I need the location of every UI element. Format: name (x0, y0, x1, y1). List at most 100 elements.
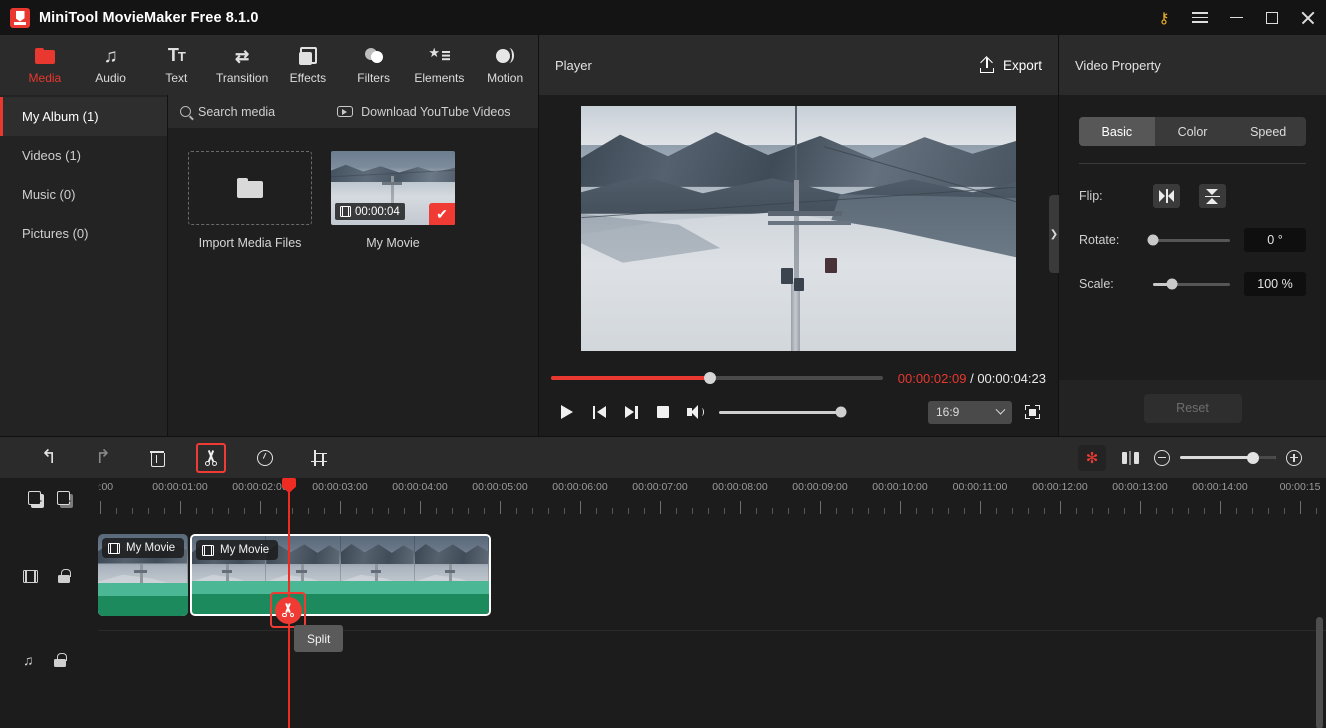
download-youtube-label: Download YouTube Videos (361, 104, 511, 119)
split-clip-button[interactable] (270, 592, 306, 628)
rotate-slider[interactable] (1147, 234, 1230, 246)
tab-media[interactable]: Media (12, 35, 78, 95)
ruler-tick-minor (724, 508, 725, 514)
scale-knob[interactable] (1166, 278, 1178, 290)
download-youtube-button[interactable]: Download YouTube Videos (337, 104, 511, 119)
ruler-tick-minor (388, 508, 389, 514)
ruler-tick-minor (516, 508, 517, 514)
rotate-knob[interactable] (1147, 234, 1159, 246)
sidebar-item-music-label: Music (0) (22, 187, 76, 202)
tab-audio[interactable]: ♫ Audio (78, 35, 144, 95)
sidebar-item-pictures[interactable]: Pictures (0) (0, 214, 167, 253)
fullscreen-icon (1024, 405, 1040, 419)
crop-button[interactable] (304, 443, 334, 473)
ruler-tick-minor (468, 508, 469, 514)
search-input[interactable]: Search media (180, 105, 275, 119)
undo-button[interactable]: ↰ (34, 443, 64, 473)
media-duration: 00:00:04 (355, 205, 400, 218)
scale-value[interactable]: 100 % (1244, 272, 1306, 296)
ruler-tick-minor (292, 508, 293, 514)
film-strip-icon (340, 206, 351, 217)
ruler-label: 00:00:07:00 (632, 481, 688, 493)
ruler-tick-minor (1108, 508, 1109, 514)
volume-slider[interactable] (719, 406, 847, 418)
effect-burst-button[interactable]: ✻ (1078, 444, 1106, 471)
delete-button[interactable] (142, 443, 172, 473)
timeline-clip[interactable]: My Movie (190, 534, 491, 616)
tab-filters[interactable]: Filters (341, 35, 407, 95)
title-bar: MiniTool MovieMaker Free 8.1.0 ⚷ (0, 0, 1326, 35)
reset-button[interactable]: Reset (1143, 393, 1242, 423)
zoom-out-icon[interactable] (1154, 449, 1170, 466)
tab-color[interactable]: Color (1155, 117, 1231, 146)
timeline-zoom-slider[interactable] (1180, 451, 1276, 464)
unlock-icon[interactable] (58, 569, 71, 583)
play-icon (561, 405, 573, 419)
property-header: Video Property (1059, 35, 1326, 95)
unlock-icon[interactable] (53, 653, 67, 667)
minimize-icon[interactable] (1218, 0, 1254, 35)
timeline-scrollbar[interactable] (1316, 617, 1323, 728)
crop-icon (311, 449, 327, 466)
hamburger-menu-icon[interactable] (1182, 0, 1218, 35)
player-header: Player Export (539, 35, 1058, 95)
volume-knob[interactable] (835, 406, 847, 418)
aspect-ratio-select[interactable]: 16:9 (928, 400, 1012, 424)
tab-text[interactable]: TT Text (144, 35, 210, 95)
player-stage (539, 95, 1058, 362)
ruler-tick-minor (708, 508, 709, 514)
ruler-tick-minor (1284, 508, 1285, 514)
media-thumbnail[interactable]: 00:00:04 ✔ (331, 151, 455, 225)
play-button[interactable] (551, 397, 583, 427)
zoom-knob[interactable] (1246, 451, 1259, 464)
previous-frame-button[interactable] (583, 397, 615, 427)
sidebar-item-music[interactable]: Music (0) (0, 175, 167, 214)
speed-button[interactable] (250, 443, 280, 473)
flip-row: Flip: (1079, 184, 1306, 208)
export-button[interactable]: Export (979, 57, 1042, 73)
close-icon[interactable] (1290, 0, 1326, 35)
video-preview[interactable] (581, 106, 1016, 351)
add-track-icon[interactable]: + (28, 491, 44, 508)
ruler-tick-major (900, 501, 901, 514)
flip-vertical-button[interactable] (1199, 184, 1226, 208)
import-dropzone[interactable] (188, 151, 312, 225)
tab-basic[interactable]: Basic (1079, 117, 1155, 146)
ruler-tick-major (1300, 501, 1301, 514)
media-item[interactable]: 00:00:04 ✔ My Movie (331, 151, 455, 250)
tab-elements[interactable]: Elements (407, 35, 473, 95)
ruler-label: 00:00:01:00 (152, 481, 208, 493)
chevron-right-icon: ❯ (1049, 228, 1059, 240)
zoom-in-icon[interactable] (1286, 449, 1302, 466)
flip-horizontal-button[interactable] (1153, 184, 1180, 208)
player-progress-slider[interactable] (551, 372, 883, 384)
tab-speed[interactable]: Speed (1230, 117, 1306, 146)
stop-button[interactable] (647, 397, 679, 427)
ruler-label: 00:00:11:00 (952, 481, 1008, 493)
panel-collapse-handle[interactable]: ❯ (1049, 195, 1059, 273)
sidebar-item-my-album[interactable]: My Album (1) (0, 97, 167, 136)
fullscreen-button[interactable] (1018, 398, 1046, 426)
tab-motion[interactable]: Motion (472, 35, 538, 95)
ruler-tick-minor (1028, 508, 1029, 514)
next-frame-button[interactable] (615, 397, 647, 427)
tab-transition[interactable]: ⇄ Transition (209, 35, 275, 95)
scale-slider[interactable] (1153, 278, 1230, 290)
remove-track-icon[interactable]: − (57, 491, 73, 508)
media-selected-check-icon[interactable]: ✔ (429, 203, 455, 225)
tab-effects[interactable]: Effects (275, 35, 341, 95)
import-media-tile[interactable]: Import Media Files (188, 151, 312, 250)
redo-button[interactable]: ↱ (88, 443, 118, 473)
split-view-button[interactable] (1116, 445, 1144, 471)
search-icon (180, 106, 191, 117)
maximize-icon[interactable] (1254, 0, 1290, 35)
progress-knob[interactable] (704, 372, 717, 384)
time-separator: / (970, 370, 974, 386)
timeline-clip[interactable]: My Movie (98, 534, 188, 616)
audio-track-body[interactable] (98, 631, 1326, 689)
sidebar-item-videos[interactable]: Videos (1) (0, 136, 167, 175)
rotate-value[interactable]: 0 ° (1244, 228, 1306, 252)
split-button[interactable] (196, 442, 226, 473)
volume-button[interactable] (679, 397, 711, 427)
key-icon[interactable]: ⚷ (1146, 0, 1182, 35)
